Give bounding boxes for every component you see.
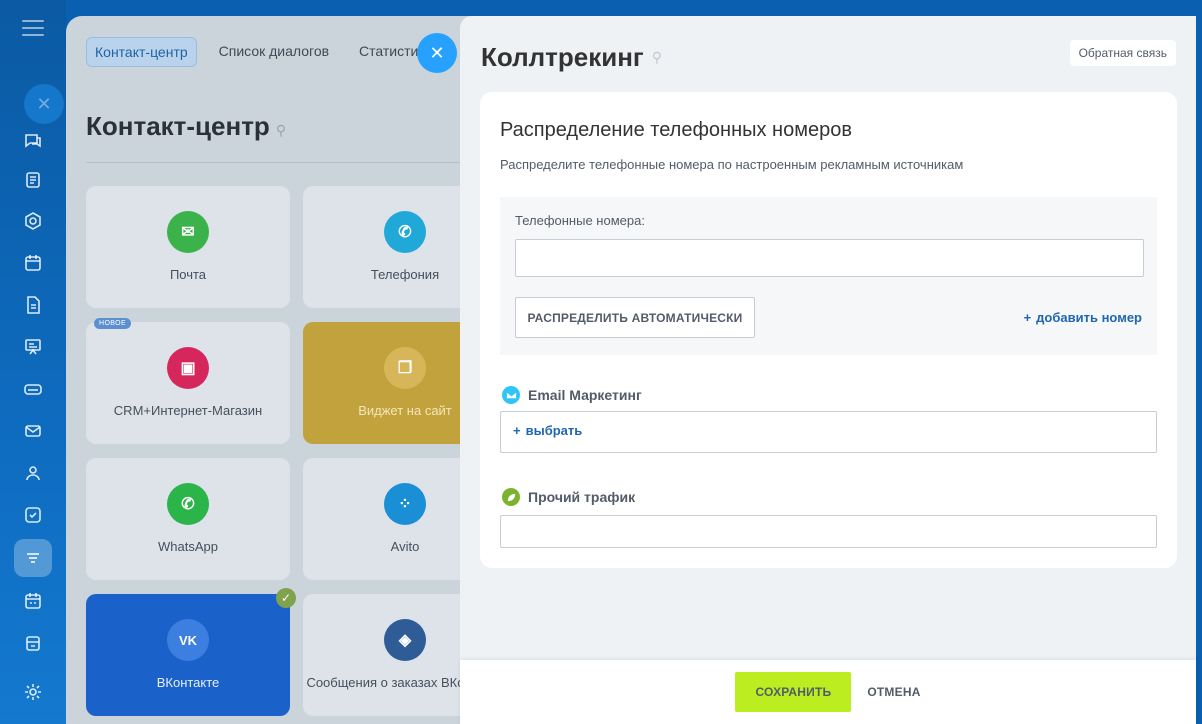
add-number-link[interactable]: + добавить номер	[1024, 310, 1142, 325]
crm-icon[interactable]	[21, 209, 45, 233]
shop-icon: ▣	[167, 347, 209, 389]
source-email-marketing-header: Email Маркетинг	[502, 386, 642, 404]
settings-card: Распределение телефонных номеров Распред…	[480, 92, 1177, 568]
tile-whatsapp[interactable]: ✆ WhatsApp	[86, 458, 290, 580]
new-badge: НОВОЕ	[94, 318, 132, 329]
top-tabs: Контакт-центр Список диалогов Статисти	[86, 37, 426, 67]
panel-title: Коллтрекинг	[481, 42, 644, 72]
tile-label: WhatsApp	[158, 539, 218, 554]
leaf-icon	[502, 488, 520, 506]
document-icon[interactable]	[21, 293, 45, 317]
whatsapp-icon: ✆	[167, 483, 209, 525]
tile-telephony[interactable]: ✆ Телефония	[303, 186, 486, 308]
check-icon: ✓	[276, 588, 296, 608]
chat-icon: ❐	[384, 347, 426, 389]
tile-site-widget[interactable]: ❐ Виджет на сайт	[303, 322, 486, 444]
tab-statistics[interactable]: Статисти	[351, 37, 426, 67]
source-other-traffic-field[interactable]	[500, 515, 1157, 548]
drive-icon[interactable]	[21, 377, 45, 401]
pin-icon[interactable]: ⚲	[276, 122, 286, 138]
choose-link[interactable]: + выбрать	[513, 423, 582, 438]
users-icon[interactable]	[21, 461, 45, 485]
calltracking-panel: Коллтрекинг ⚲ Обратная связь Распределен…	[460, 16, 1196, 724]
schedule-icon[interactable]	[21, 589, 45, 613]
email-marketing-icon	[502, 386, 520, 404]
divider	[86, 162, 486, 163]
close-button[interactable]: ✕	[417, 33, 457, 73]
tile-crm-shop[interactable]: НОВОЕ ▣ CRM+Интернет-Магазин	[86, 318, 290, 444]
mail-icon[interactable]	[21, 419, 45, 443]
cancel-button[interactable]: ОТМЕНА	[867, 685, 920, 699]
chat-icon[interactable]	[21, 129, 45, 153]
feedback-button[interactable]: Обратная связь	[1069, 40, 1176, 66]
contact-center-page: Контакт-центр Список диалогов Статисти К…	[66, 16, 486, 724]
plus-icon: +	[1023, 310, 1032, 325]
save-button[interactable]: СОХРАНИТЬ	[735, 672, 852, 712]
phone-numbers-input[interactable]	[515, 239, 1144, 277]
pin-icon[interactable]: ⚲	[652, 49, 662, 66]
menu-icon[interactable]	[22, 20, 44, 36]
vk-icon: VK	[167, 619, 209, 661]
source-name: Прочий трафик	[528, 489, 636, 505]
section-heading: Распределение телефонных номеров	[500, 119, 852, 141]
settings-icon[interactable]	[21, 680, 45, 704]
tile-label: Виджет на сайт	[358, 403, 452, 418]
contact-center-icon[interactable]	[14, 539, 52, 577]
tile-label: Avito	[390, 539, 420, 554]
phone-numbers-section: Телефонные номера: РАСПРЕДЕЛИТЬ АВТОМАТИ…	[500, 197, 1157, 355]
source-email-marketing-field[interactable]: + выбрать	[500, 411, 1157, 453]
distribute-automatically-button[interactable]: РАСПРЕДЕЛИТЬ АВТОМАТИЧЕСКИ	[515, 297, 755, 338]
left-sidebar: ✕	[0, 0, 66, 724]
tile-label: Телефония	[370, 267, 440, 282]
tile-avito[interactable]: ⁘ Avito	[303, 458, 486, 580]
source-other-traffic-header: Прочий трафик	[502, 488, 635, 506]
panel-footer: СОХРАНИТЬ ОТМЕНА	[460, 660, 1196, 724]
tile-vk-orders[interactable]: ◈ Сообщения о заказах ВКонтакте	[303, 594, 486, 716]
tile-mail[interactable]: ✉ Почта	[86, 186, 290, 308]
calendar-icon[interactable]	[21, 251, 45, 275]
section-subtitle: Распределите телефонные номера по настро…	[500, 157, 964, 172]
tab-dialog-list[interactable]: Список диалогов	[211, 37, 337, 67]
tab-contact-center[interactable]: Контакт-центр	[86, 37, 197, 67]
presentation-icon[interactable]	[21, 335, 45, 359]
feed-icon[interactable]	[21, 168, 45, 192]
tile-label: CRM+Интернет-Магазин	[113, 403, 263, 418]
mail-icon: ✉	[167, 211, 209, 253]
source-name: Email Маркетинг	[528, 387, 642, 403]
tile-label: ВКонтакте	[156, 675, 220, 690]
avito-icon: ⁘	[384, 483, 426, 525]
add-number-label: добавить номер	[1036, 310, 1142, 325]
tasks-icon[interactable]	[21, 503, 45, 527]
ghost-close-icon: ✕	[24, 84, 64, 124]
tile-label: Почта	[169, 267, 207, 282]
tile-vkontakte[interactable]: ✓ VK ВКонтакте	[86, 588, 296, 716]
phone-numbers-label: Телефонные номера:	[515, 213, 645, 228]
store-icon[interactable]	[21, 631, 45, 655]
choose-label: выбрать	[525, 423, 583, 438]
panel-header: Коллтрекинг ⚲	[481, 42, 662, 73]
page-title: Контакт-центр ⚲	[86, 111, 286, 142]
phone-icon: ✆	[384, 211, 426, 253]
vk-shop-icon: ◈	[384, 619, 426, 661]
page-title-text: Контакт-центр	[86, 111, 270, 141]
plus-icon: +	[513, 423, 521, 438]
